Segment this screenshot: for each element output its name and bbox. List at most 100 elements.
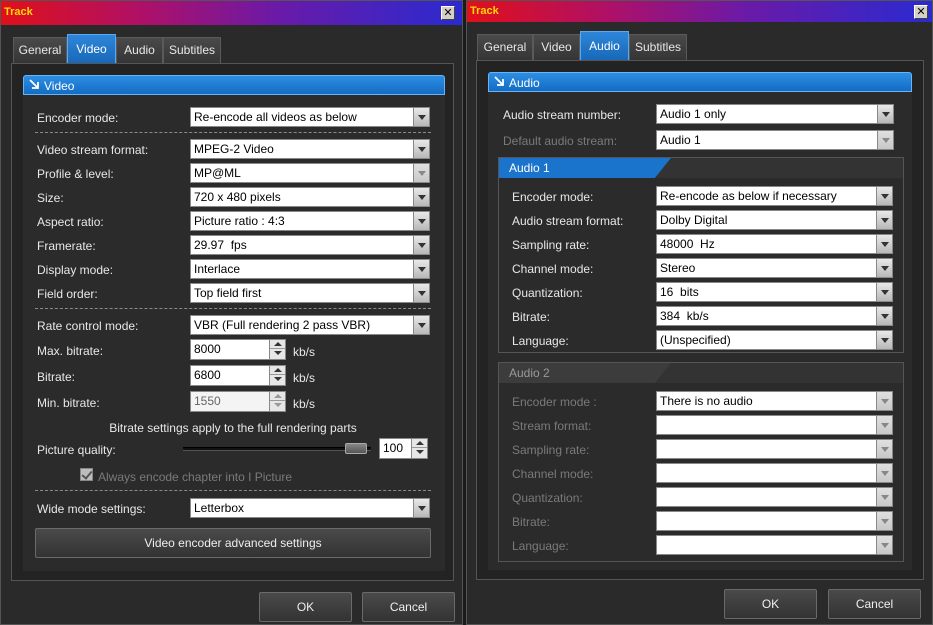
aspect-ratio-select[interactable]: Picture ratio : 4:3	[190, 211, 430, 231]
picture-quality-slider[interactable]	[183, 447, 371, 451]
tab-audio[interactable]: Audio	[116, 37, 163, 63]
bitrate-unit: kb/s	[293, 371, 316, 385]
chevron-down-icon	[413, 236, 429, 254]
ok-button[interactable]: OK	[724, 589, 817, 619]
field-order-label: Field order:	[37, 287, 98, 301]
a1-language-value: (Unspecified)	[660, 333, 731, 347]
display-mode-select[interactable]: Interlace	[190, 259, 430, 279]
chevron-down-icon	[876, 536, 892, 554]
chevron-down-icon	[876, 440, 892, 458]
video-stream-format-select[interactable]: MPEG-2 Video	[190, 139, 430, 159]
aspect-ratio-label: Aspect ratio:	[37, 215, 104, 229]
chevron-down-icon	[876, 464, 892, 482]
audio-1-header: Audio 1	[499, 158, 903, 178]
a2-sampling-rate-label: Sampling rate:	[512, 443, 590, 457]
max-bitrate-unit: kb/s	[293, 345, 316, 359]
framerate-label: Framerate:	[37, 239, 96, 253]
min-bitrate-value: 1550	[194, 394, 221, 408]
video-advanced-settings-button[interactable]: Video encoder advanced settings	[35, 528, 431, 558]
a2-stream-format-label: Stream format:	[512, 419, 592, 433]
a1-channel-mode-label: Channel mode:	[512, 262, 594, 276]
window-title: Track	[4, 6, 33, 18]
audio-stream-number-value: Audio 1 only	[660, 107, 727, 121]
a2-sampling-rate-select	[656, 439, 893, 459]
a2-language-label: Language:	[512, 539, 569, 553]
cancel-button[interactable]: Cancel	[362, 592, 455, 622]
size-value: 720 x 480 pixels	[194, 190, 281, 204]
divider	[35, 490, 431, 491]
picture-quality-input[interactable]: 100	[379, 438, 428, 459]
profile-level-select: MP@ML	[190, 163, 430, 183]
chevron-down-icon	[876, 488, 892, 506]
divider	[35, 132, 431, 133]
encoder-mode-select[interactable]: Re-encode all videos as below	[190, 107, 430, 127]
spin-down-icon	[270, 401, 285, 410]
chevron-down-icon	[876, 259, 892, 277]
default-audio-stream-value: Audio 1	[660, 133, 701, 147]
chevron-down-icon	[876, 283, 892, 301]
a1-stream-format-select[interactable]: Dolby Digital	[656, 210, 893, 230]
framerate-select[interactable]: 29.97 fps	[190, 235, 430, 255]
tab-audio[interactable]: Audio	[580, 31, 629, 60]
tab-general[interactable]: General	[13, 37, 67, 63]
default-audio-stream-label: Default audio stream:	[503, 134, 618, 148]
close-button[interactable]: ✕	[914, 5, 928, 19]
slider-thumb[interactable]	[345, 443, 367, 454]
collapse-arrow-icon[interactable]	[494, 76, 505, 87]
rate-control-select[interactable]: VBR (Full rendering 2 pass VBR)	[190, 315, 430, 335]
collapse-arrow-icon[interactable]	[29, 79, 40, 90]
audio-1-header-bg	[499, 158, 903, 178]
picture-quality-label: Picture quality:	[37, 443, 116, 457]
a1-bitrate-value: 384 kb/s	[660, 309, 709, 323]
audio-stream-number-select[interactable]: Audio 1 only	[656, 104, 894, 124]
chevron-down-icon	[413, 260, 429, 278]
tab-subtitles[interactable]: Subtitles	[629, 34, 687, 60]
encoder-mode-value: Re-encode all videos as below	[194, 110, 357, 124]
chevron-down-icon	[876, 235, 892, 253]
spin-up-icon[interactable]	[270, 366, 285, 375]
wide-mode-select[interactable]: Letterbox	[190, 498, 430, 518]
video-section-header: Video	[23, 75, 445, 95]
ok-button[interactable]: OK	[259, 592, 352, 622]
tab-general[interactable]: General	[477, 34, 533, 60]
close-button[interactable]: ✕	[441, 6, 455, 20]
a1-encoder-mode-select[interactable]: Re-encode as below if necessary	[656, 186, 893, 206]
a1-channel-mode-select[interactable]: Stereo	[656, 258, 893, 278]
chevron-down-icon	[413, 140, 429, 158]
audio-2-header-bg	[499, 363, 903, 383]
tab-video[interactable]: Video	[67, 34, 116, 63]
a1-quantization-select[interactable]: 16 bits	[656, 282, 893, 302]
profile-level-label: Profile & level:	[37, 167, 114, 181]
max-bitrate-input[interactable]: 8000	[190, 339, 286, 360]
spin-down-icon[interactable]	[270, 375, 285, 384]
track-window-video: Track ✕ General Video Audio Subtitles Vi…	[0, 0, 463, 625]
profile-level-value: MP@ML	[194, 166, 241, 180]
spin-up-icon[interactable]	[412, 439, 427, 448]
size-select[interactable]: 720 x 480 pixels	[190, 187, 430, 207]
a1-sampling-rate-select[interactable]: 48000 Hz	[656, 234, 893, 254]
a2-quantization-label: Quantization:	[512, 491, 583, 505]
min-bitrate-unit: kb/s	[293, 397, 316, 411]
spin-down-icon[interactable]	[270, 349, 285, 358]
display-mode-label: Display mode:	[37, 263, 114, 277]
a2-encoder-mode-label: Encoder mode :	[512, 395, 597, 409]
min-bitrate-input: 1550	[190, 391, 286, 412]
field-order-select[interactable]: Top field first	[190, 283, 430, 303]
tab-video[interactable]: Video	[533, 34, 580, 60]
a1-bitrate-select[interactable]: 384 kb/s	[656, 306, 893, 326]
tab-subtitles[interactable]: Subtitles	[163, 37, 221, 63]
field-order-value: Top field first	[194, 286, 262, 300]
display-mode-value: Interlace	[194, 262, 241, 276]
title-bar[interactable]: Track ✕	[467, 1, 932, 22]
spin-up-icon	[270, 392, 285, 401]
title-bar[interactable]: Track ✕	[1, 1, 462, 25]
cancel-button[interactable]: Cancel	[828, 589, 921, 619]
section-title: Video	[44, 79, 75, 93]
a1-language-select[interactable]: (Unspecified)	[656, 330, 893, 350]
wide-mode-label: Wide mode settings:	[37, 502, 146, 516]
tab-strip: General Video Audio Subtitles	[477, 31, 917, 60]
spin-down-icon[interactable]	[412, 448, 427, 457]
video-stream-format-label: Video stream format:	[37, 143, 149, 157]
bitrate-input[interactable]: 6800	[190, 365, 286, 386]
spin-up-icon[interactable]	[270, 340, 285, 349]
